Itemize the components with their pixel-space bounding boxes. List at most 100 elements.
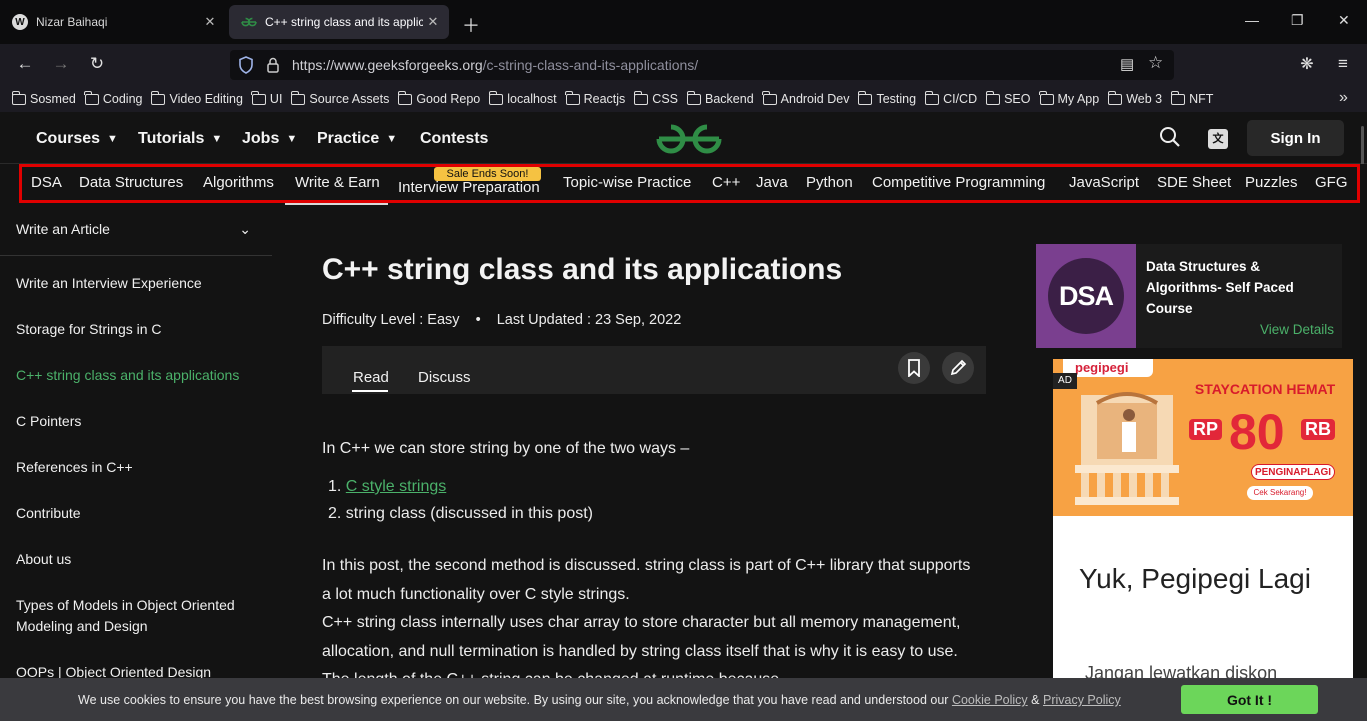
bookmark-button[interactable]: [898, 352, 930, 384]
topic-link[interactable]: Competitive Programming: [872, 174, 1045, 191]
topic-link[interactable]: C++: [712, 174, 740, 191]
bookmark-folder[interactable]: NFT: [1170, 90, 1214, 106]
close-window-icon[interactable]: ✕: [1338, 12, 1350, 29]
minimize-icon[interactable]: —: [1245, 12, 1259, 28]
topic-link[interactable]: Data Structures: [79, 174, 183, 191]
bookmark-folder[interactable]: Sosmed: [11, 90, 76, 106]
topic-link[interactable]: GFG: [1315, 174, 1348, 191]
bookmark-label: NFT: [1189, 92, 1214, 106]
bookmark-folder[interactable]: Video Editing: [150, 90, 243, 106]
menu-tutorials[interactable]: Tutorials ▼: [138, 130, 222, 148]
topic-link[interactable]: Puzzles: [1245, 174, 1298, 191]
cookie-text: We use cookies to ensure you have the be…: [78, 693, 949, 707]
translate-icon[interactable]: 文: [1208, 129, 1228, 149]
search-icon[interactable]: [1159, 126, 1181, 148]
app-menu-icon[interactable]: ≡: [1331, 54, 1355, 74]
sign-in-button[interactable]: Sign In: [1247, 120, 1344, 156]
sidebar-item[interactable]: Storage for Strings in C: [16, 319, 261, 340]
privacy-policy-link[interactable]: Privacy Policy: [1043, 693, 1121, 707]
url-path: /c-string-class-and-its-applications/: [482, 57, 699, 73]
sidebar-item[interactable]: About us: [16, 549, 261, 570]
topic-link[interactable]: Python: [806, 174, 853, 191]
sidebar-item[interactable]: References in C++: [16, 457, 261, 478]
got-it-button[interactable]: Got It !: [1181, 685, 1318, 714]
bookmark-folder[interactable]: SEO: [985, 90, 1031, 106]
sidebar-item[interactable]: Write an Interview Experience: [16, 273, 261, 294]
bookmark-folder[interactable]: Reactjs: [565, 90, 625, 106]
bookmark-folder[interactable]: CI/CD: [924, 90, 977, 106]
bookmark-folder[interactable]: Testing: [857, 90, 917, 106]
topic-link[interactable]: Write & Earn: [295, 174, 380, 191]
bookmark-folder[interactable]: localhost: [488, 90, 557, 106]
menu-practice[interactable]: Practice ▼: [317, 130, 397, 148]
extensions-icon[interactable]: ❋: [1295, 54, 1319, 74]
article-intro: In C++ we can store string by one of the…: [322, 440, 690, 457]
browser-tab-active[interactable]: C++ string class and its applicat ✕: [229, 5, 449, 39]
more-bookmarks-icon[interactable]: »: [1339, 89, 1348, 107]
ad-cta-button[interactable]: Cek Sekarang!: [1247, 486, 1313, 500]
bookmark-folder[interactable]: CSS: [633, 90, 678, 106]
bookmark-folder[interactable]: Web 3: [1107, 90, 1162, 106]
bookmark-star-icon[interactable]: ☆: [1148, 53, 1163, 73]
course-card[interactable]: DSA Data Structures & Algorithms- Self P…: [1036, 244, 1342, 348]
scrollbar-thumb[interactable]: [1361, 126, 1364, 166]
menu-jobs[interactable]: Jobs ▼: [242, 130, 297, 148]
bookmark-folder[interactable]: Good Repo: [397, 90, 481, 106]
topic-link[interactable]: Interview Preparation: [398, 179, 540, 196]
folder-icon: [1170, 90, 1186, 105]
ad-coupon-code: PENGINAPLAGI: [1251, 464, 1335, 480]
bookmark-label: Video Editing: [169, 92, 243, 106]
ad-unit: RB: [1301, 419, 1335, 440]
new-tab-icon[interactable]: ＋: [462, 12, 480, 38]
menu-courses[interactable]: Courses ▼: [36, 130, 118, 148]
site-header: Courses ▼ Tutorials ▼ Jobs ▼ Practice ▼ Cont…: [0, 112, 1367, 164]
bookmark-folder[interactable]: UI: [251, 90, 282, 106]
gfg-logo[interactable]: [655, 120, 723, 158]
topic-link[interactable]: SDE Sheet: [1157, 174, 1231, 191]
tab-discuss[interactable]: Discuss: [418, 369, 471, 386]
c-style-strings-link[interactable]: C style strings: [346, 478, 446, 495]
bookmark-folder[interactable]: Source Assets: [290, 90, 389, 106]
forward-icon[interactable]: →: [49, 54, 73, 74]
cookie-policy-link[interactable]: Cookie Policy: [952, 693, 1028, 707]
sidebar-item-active[interactable]: C++ string class and its applications: [16, 365, 261, 386]
bookmark-folder[interactable]: Coding: [84, 90, 142, 106]
folder-icon: [251, 90, 266, 105]
advertisement[interactable]: pegipegi AD STAYCATION HEMAT RP 80 RB PE…: [1053, 359, 1353, 699]
list-item: 1. C style strings: [328, 478, 447, 495]
tab-read[interactable]: Read: [353, 369, 389, 386]
topic-link[interactable]: Algorithms: [203, 174, 274, 191]
menu-contests[interactable]: Contests: [420, 130, 488, 148]
topic-link[interactable]: Topic-wise Practice: [563, 174, 691, 191]
reader-view-icon[interactable]: ▤: [1120, 55, 1134, 73]
article-paragraph: In this post, the second method is discu…: [322, 557, 971, 603]
edit-button[interactable]: [942, 352, 974, 384]
topic-link[interactable]: Java: [756, 174, 788, 191]
cookie-consent-bar: We use cookies to ensure you have the be…: [0, 678, 1367, 721]
shield-icon[interactable]: [238, 56, 254, 74]
chevron-down-icon: ▼: [211, 133, 223, 145]
back-icon[interactable]: ←: [13, 54, 37, 74]
reload-icon[interactable]: ↻: [85, 54, 109, 74]
close-tab-icon[interactable]: ✕: [200, 14, 220, 30]
view-details-link[interactable]: View Details: [1260, 322, 1334, 337]
chevron-down-icon: ▼: [286, 133, 298, 145]
bookmark-label: Good Repo: [416, 92, 481, 106]
address-bar[interactable]: https://www.geeksforgeeks.org/c-string-c…: [230, 50, 1174, 80]
bookmark-folder[interactable]: My App: [1039, 90, 1099, 106]
sidebar-header-label: Write an Article: [16, 221, 110, 237]
sidebar-item[interactable]: Contribute: [16, 503, 261, 524]
ad-banner[interactable]: pegipegi AD STAYCATION HEMAT RP 80 RB PE…: [1053, 359, 1353, 516]
browser-tab[interactable]: W Nizar Baihaqi ✕: [0, 5, 226, 39]
lock-icon[interactable]: [266, 57, 280, 73]
bookmark-label: Testing: [876, 92, 917, 106]
sidebar-item[interactable]: C Pointers: [16, 411, 261, 432]
restore-icon[interactable]: ❐: [1291, 12, 1304, 29]
topic-link[interactable]: JavaScript: [1069, 174, 1139, 191]
topic-link[interactable]: DSA: [31, 174, 62, 191]
close-tab-icon[interactable]: ✕: [423, 14, 443, 30]
bookmark-folder[interactable]: Backend: [686, 90, 754, 106]
sidebar-item[interactable]: Types of Models in Object Oriented Model…: [16, 595, 261, 637]
sidebar-header[interactable]: Write an Article ⌄: [16, 219, 261, 240]
bookmark-folder[interactable]: Android Dev: [762, 90, 849, 106]
